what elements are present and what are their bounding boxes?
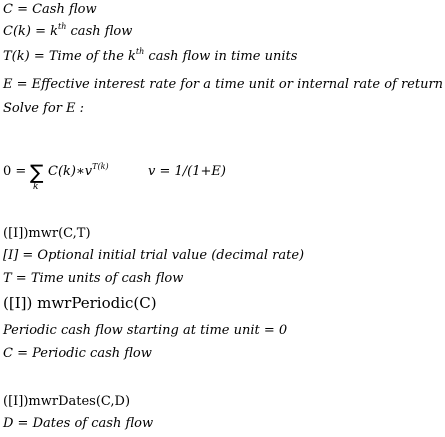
solve-for-e: Solve for E :	[3, 101, 85, 116]
func-mwr-periodic: ([I]) mwrPeriodic(C)	[3, 294, 157, 312]
desc-periodic-cash-flow: C = Periodic cash flow	[3, 346, 152, 361]
desc-periodic-start: Periodic cash flow starting at time unit…	[3, 323, 288, 338]
func-mwr-dates: ([I])mwrDates(C,D)	[3, 394, 131, 409]
def-kth-cash-flow: C(k) = kth cash flow	[3, 22, 133, 40]
equation-lhs: 0 =	[3, 164, 27, 179]
def-effective-rate: E = Effective interest rate for a time u…	[3, 77, 444, 92]
equation-v-def: v = 1/(1+E)	[148, 164, 226, 179]
desc-time-units: T = Time units of cash flow	[3, 271, 184, 286]
sum-symbol: ∑	[30, 160, 44, 184]
def-kth-a: C(k) = k	[3, 24, 59, 39]
equation-term: C(k)∗vT(k)	[48, 162, 109, 180]
func-mwr: ([I])mwr(C,T)	[3, 226, 91, 241]
equation-term-base: C(k)∗v	[48, 164, 93, 179]
def-time-of-kth: T(k) = Time of the kth cash flow in time…	[3, 47, 298, 65]
desc-dates: D = Dates of cash flow	[3, 416, 154, 431]
def-kth-b: cash flow	[70, 24, 133, 39]
def-cash-flow: C = Cash flow	[3, 2, 97, 17]
sum-subscript: k	[33, 182, 39, 192]
def-time-a: T(k) = Time of the k	[3, 49, 136, 64]
desc-initial-value: [I] = Optional initial trial value (deci…	[3, 248, 305, 263]
equation-exponent: T(k)	[92, 162, 109, 171]
def-kth-sup: th	[58, 22, 67, 31]
def-time-b: cash flow in time units	[148, 49, 298, 64]
def-time-sup: th	[135, 47, 145, 56]
